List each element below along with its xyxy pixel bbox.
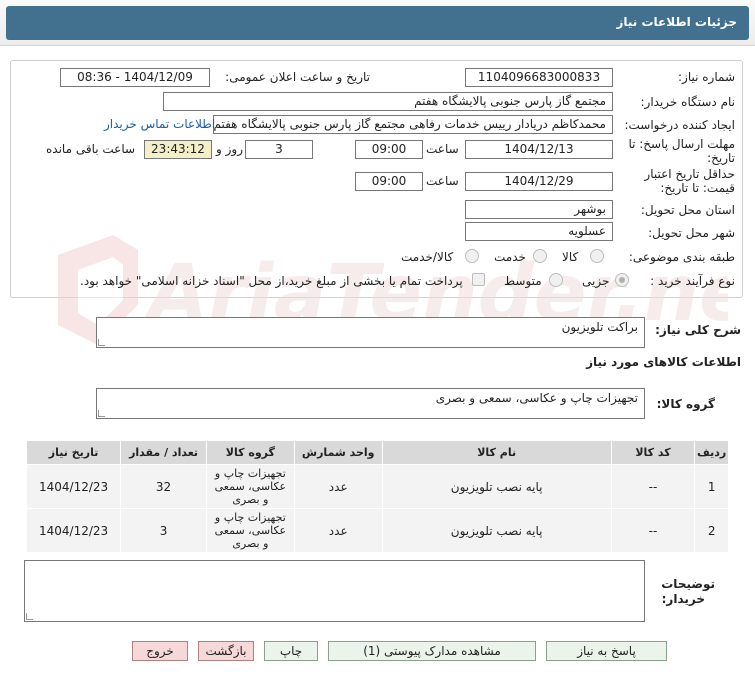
cell-qty: 3 [120, 508, 207, 553]
buyer-org-field: مجتمع گاز پارس جنوبی پالایشگاه هفتم [163, 92, 613, 111]
request-creator-label: ایجاد کننده درخواست: [624, 118, 735, 132]
resize-grip-icon [98, 410, 105, 417]
print-button[interactable]: چاپ [264, 641, 318, 661]
price-validity-time: 09:00 [355, 172, 423, 191]
category-goods-radio[interactable] [590, 249, 604, 263]
treasury-payment-note: پرداخت تمام یا بخشی از مبلغ خرید،از محل … [80, 274, 463, 288]
reply-button[interactable]: پاسخ به نیاز [546, 641, 667, 661]
buyer-notes-textarea[interactable] [24, 560, 645, 622]
col-header-row: ردیف [694, 440, 729, 465]
cell-group: تجهیزات چاپ و عکاسی، سمعی و بصری [205, 464, 295, 509]
cell-name: پایه نصب تلویزیون [381, 464, 612, 509]
process-minor-radio[interactable] [615, 273, 629, 287]
summary-label: شرح کلی نیاز: [655, 323, 741, 337]
attachments-button[interactable]: مشاهده مدارک پیوستی (1) [328, 641, 536, 661]
cell-unit: عدد [293, 508, 383, 553]
items-table: ردیف کد کالا نام کالا واحد شمارش گروه کا… [25, 440, 729, 553]
category-goods-service-label: کالا/خدمت [401, 250, 454, 264]
resize-grip-icon [26, 613, 33, 620]
summary-text: براکت تلویزیون [561, 320, 638, 334]
goods-info-title: اطلاعات کالاهای مورد نیاز [586, 355, 741, 369]
page-title: جزئیات اطلاعات نیاز [616, 15, 737, 29]
cell-code: -- [610, 464, 696, 509]
process-medium-radio[interactable] [549, 273, 563, 287]
category-service-radio[interactable] [533, 249, 547, 263]
cell-date: 1404/12/23 [25, 508, 122, 553]
reply-deadline-time: 09:00 [355, 140, 423, 159]
goods-group-label: گروه کالا: [656, 397, 715, 411]
cell-date: 1404/12/23 [25, 464, 122, 509]
cell-row: 1 [694, 464, 729, 509]
category-goods-service-radio[interactable] [465, 249, 479, 263]
col-header-code: کد کالا [610, 440, 696, 465]
cell-row: 2 [694, 508, 729, 553]
reply-deadline-label-1: مهلت ارسال پاسخ: تا [628, 137, 735, 151]
reply-deadline-label-2: تاریخ: [707, 151, 735, 165]
price-validity-label-1: حداقل تاریخ اعتبار [644, 167, 735, 181]
goods-group-text: تجهیزات چاپ و عکاسی، سمعی و بصری [435, 391, 638, 405]
col-header-name: نام کالا [381, 440, 612, 465]
days-label: روز و [216, 142, 243, 156]
announce-datetime-field: 1404/12/09 - 08:36 [60, 68, 210, 87]
need-number-label: شماره نیاز: [678, 70, 735, 84]
province-field: بوشهر [465, 200, 613, 219]
remaining-time-field: 23:43:12 [144, 140, 212, 159]
process-medium-label: متوسط [504, 274, 542, 288]
price-validity-label-2: قیمت: تا تاریخ: [660, 181, 735, 195]
cell-qty: 32 [120, 464, 207, 509]
category-goods-label: کالا [562, 250, 579, 264]
reply-deadline-date: 1404/12/13 [465, 140, 613, 159]
resize-grip-icon [98, 339, 105, 346]
request-creator-field: محمدکاظم دریادار رییس خدمات رفاهی مجتمع … [213, 115, 613, 134]
page-header: جزئیات اطلاعات نیاز [0, 0, 755, 46]
category-label: طبقه بندی موضوعی: [628, 250, 735, 264]
reply-time-label: ساعت [426, 142, 459, 156]
cell-group: تجهیزات چاپ و عکاسی، سمعی و بصری [205, 508, 295, 553]
col-header-unit: واحد شمارش [293, 440, 383, 465]
back-button[interactable]: بازگشت [198, 641, 254, 661]
need-number-field: 1104096683000833 [465, 68, 613, 87]
treasury-payment-checkbox[interactable] [472, 273, 485, 286]
city-label: شهر محل تحویل: [648, 226, 735, 240]
cell-code: -- [610, 508, 696, 553]
col-header-group: گروه کالا [205, 440, 295, 465]
announce-datetime-label: تاریخ و ساعت اعلان عمومی: [225, 70, 370, 84]
exit-button[interactable]: خروج [132, 641, 188, 661]
process-minor-label: جزیی [582, 274, 610, 288]
cell-unit: عدد [293, 464, 383, 509]
buyer-notes-label-1: توضیحات [661, 577, 715, 591]
buyer-notes-label-2: خریدار: [661, 592, 705, 606]
category-service-label: خدمت [494, 250, 526, 264]
province-label: استان محل تحویل: [640, 203, 735, 217]
process-type-label: نوع فرآیند خرید : [650, 274, 735, 288]
price-validity-date: 1404/12/29 [465, 172, 613, 191]
table-row[interactable]: 1 -- پایه نصب تلویزیون عدد تجهیزات چاپ و… [25, 464, 729, 509]
reply-days-field: 3 [245, 140, 313, 159]
remaining-label: ساعت باقی مانده [46, 142, 136, 156]
city-field: عسلویه [465, 222, 613, 241]
table-row[interactable]: 2 -- پایه نصب تلویزیون عدد تجهیزات چاپ و… [25, 508, 729, 553]
col-header-qty: تعداد / مقدار [120, 440, 207, 465]
buyer-org-label: نام دستگاه خریدار: [640, 95, 736, 109]
header-bar: جزئیات اطلاعات نیاز [6, 6, 749, 40]
price-time-label: ساعت [426, 174, 459, 188]
buyer-contact-link[interactable]: اطلاعات تماس خریدار [104, 117, 215, 131]
col-header-date: تاریخ نیاز [25, 440, 122, 465]
table-header-row: ردیف کد کالا نام کالا واحد شمارش گروه کا… [25, 440, 729, 465]
summary-textarea[interactable]: براکت تلویزیون [96, 317, 645, 348]
cell-name: پایه نصب تلویزیون [381, 508, 612, 553]
goods-group-textarea[interactable]: تجهیزات چاپ و عکاسی، سمعی و بصری [96, 388, 645, 419]
